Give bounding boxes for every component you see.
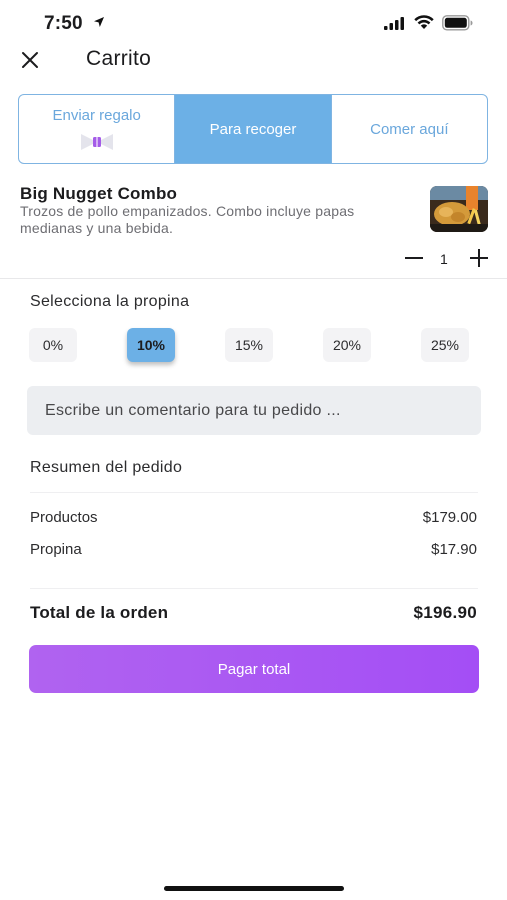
close-button[interactable] xyxy=(16,46,44,74)
wifi-icon xyxy=(414,15,434,29)
order-type-selector: Enviar regalo Para recoger Comer aquí xyxy=(18,94,488,164)
order-total-label: Total de la orden xyxy=(30,603,169,622)
tip-option-15[interactable]: 15% xyxy=(225,328,273,362)
location-arrow-icon xyxy=(94,17,104,27)
pay-total-label: Pagar total xyxy=(217,660,291,678)
tip-option-0[interactable]: 0% xyxy=(29,328,77,362)
page-title: Carrito xyxy=(86,47,152,70)
quantity-decrease-button[interactable] xyxy=(403,246,425,270)
section-divider xyxy=(0,278,507,279)
tab-pickup[interactable]: Para recoger xyxy=(174,95,331,163)
total-divider xyxy=(30,588,478,589)
tip-option-20[interactable]: 20% xyxy=(323,328,371,362)
summary-tip-label: Propina xyxy=(30,541,82,558)
quantity-increase-button[interactable] xyxy=(467,246,491,270)
plus-icon xyxy=(470,249,488,267)
tip-option-10[interactable]: 10% xyxy=(127,328,175,362)
order-comment-input[interactable] xyxy=(27,386,481,435)
product-description: Trozos de pollo empanizados. Combo inclu… xyxy=(20,203,355,236)
tab-dine-in[interactable]: Comer aquí xyxy=(330,95,487,163)
product-name: Big Nugget Combo xyxy=(20,184,178,203)
order-total-value: $196.90 xyxy=(413,603,477,622)
summary-products-value: $179.00 xyxy=(422,509,477,526)
gift-icon xyxy=(80,133,113,150)
product-image xyxy=(430,186,488,232)
tip-section-title: Selecciona la propina xyxy=(30,293,190,310)
minus-icon xyxy=(405,257,423,259)
status-time: 7:50 xyxy=(44,13,83,34)
tab-dine-in-label: Comer aquí xyxy=(370,120,449,138)
tab-send-gift[interactable]: Enviar regalo xyxy=(19,95,174,163)
summary-products-label: Productos xyxy=(30,509,98,526)
quantity-value: 1 xyxy=(440,251,448,267)
cellular-signal-icon xyxy=(384,17,404,30)
tab-send-gift-label: Enviar regalo xyxy=(52,106,141,124)
home-indicator xyxy=(164,886,344,891)
summary-divider xyxy=(30,492,478,493)
order-summary-title: Resumen del pedido xyxy=(30,459,183,476)
pay-total-button[interactable]: Pagar total xyxy=(29,645,479,693)
tip-option-25[interactable]: 25% xyxy=(421,328,469,362)
tab-pickup-label: Para recoger xyxy=(209,120,297,138)
close-icon xyxy=(22,52,38,68)
battery-icon xyxy=(442,15,473,31)
summary-tip-value: $17.90 xyxy=(431,541,477,558)
